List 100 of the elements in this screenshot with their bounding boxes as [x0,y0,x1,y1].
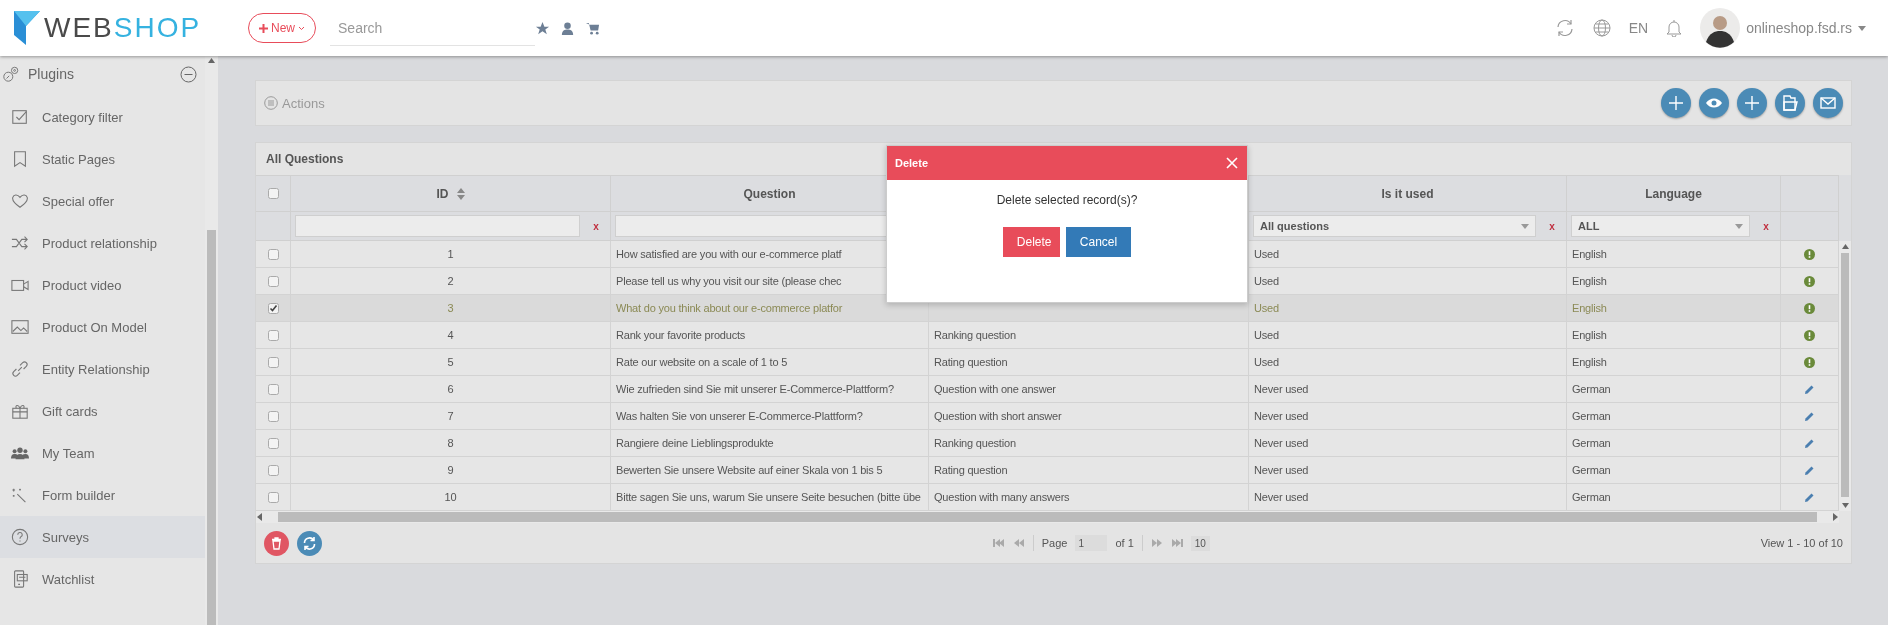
collapse-icon[interactable] [180,65,198,83]
table-cell: Rank your favorite products [616,329,746,341]
table-row[interactable]: 10 Bitte sagen Sie uns, warum Sie unsere Seite besuchen (bitte übe Question with many answers Never used German [256,484,1839,511]
pencil-icon[interactable] [1804,464,1815,476]
info-icon[interactable] [1804,302,1815,314]
search-field[interactable]: Search [330,10,535,46]
checkbox[interactable] [267,491,279,503]
table-row[interactable]: 8 Rangiere deine Lieblingsprodukte Ranking question Never used German [256,430,1839,457]
info-icon[interactable] [1804,248,1815,260]
sidebar-item[interactable]: My Team [0,432,206,474]
bell-icon[interactable] [1666,19,1683,37]
checkbox[interactable] [267,437,279,449]
folder-button[interactable] [1775,88,1805,118]
language-selector[interactable]: EN [1628,20,1649,36]
filter-dropdown[interactable]: ALL [1571,215,1750,237]
page-field[interactable]: 1 [1075,535,1108,551]
sidebar-item[interactable]: Gift cards [0,390,206,432]
table-cell: English [1572,275,1607,287]
first-page-icon[interactable] [992,538,1005,548]
eye-button[interactable] [1699,88,1729,118]
sidebar-item[interactable]: Form builder [0,474,206,516]
star-icon[interactable] [535,20,550,36]
column-header[interactable]: Is it used [1249,175,1567,211]
table-cell: Used [1254,275,1279,287]
pencil-icon[interactable] [1804,491,1815,503]
filter-dropdown[interactable]: All questions [1253,215,1536,237]
scroll-right-icon[interactable] [1831,513,1839,521]
scrollbar[interactable] [256,511,1839,523]
checkbox[interactable] [267,356,279,368]
sidebar-item[interactable]: Entity Relationship [0,348,206,390]
sidebar-item[interactable]: Product relationship [0,222,206,264]
previous-page-icon[interactable] [1012,538,1025,548]
sidebar-item[interactable]: Product video [0,264,206,306]
plus-button[interactable] [1737,88,1767,118]
table-cell: 10 [444,491,457,503]
sidebar-item[interactable]: Surveys [0,516,206,558]
scroll-left-icon[interactable] [256,513,264,521]
table-cell: Question with short answer [934,410,1062,422]
table-cell: 6 [447,383,454,395]
info-icon[interactable] [1804,329,1815,341]
page-size-select[interactable]: 10 [1190,535,1210,551]
table-row[interactable]: 9 Bewerten Sie unsere Website auf einer Skala von 1 bis 5 Rating question Never used German [256,457,1839,484]
scroll-up-icon[interactable] [1842,244,1849,249]
sidebar-item[interactable]: Category filter [0,96,206,138]
table-cell: Rating question [934,464,1008,476]
table-row[interactable]: 5 Rate our website on a scale of 1 to 5 Rating question Used English [256,349,1839,376]
table-cell: Ranking question [934,329,1016,341]
checkbox[interactable] [267,464,279,476]
clear-filter[interactable]: x [1756,220,1776,232]
caret-icon[interactable] [1858,25,1866,31]
close-icon[interactable] [1225,156,1239,170]
confirm-button[interactable]: Delete [1002,227,1060,257]
user-icon[interactable] [560,20,575,36]
pencil-icon[interactable] [1804,437,1815,449]
scrollbar[interactable] [205,56,218,625]
checkbox[interactable] [267,383,279,395]
column-header[interactable]: Language [1567,175,1781,211]
checkbox[interactable] [267,329,279,341]
cancel-button[interactable]: Cancel [1065,227,1132,257]
shuffle-icon [11,234,29,252]
filter-field[interactable] [295,215,580,237]
info-icon[interactable] [1804,275,1815,287]
delete-button[interactable] [264,530,289,556]
clear-filter[interactable]: x [1542,220,1562,232]
table-row[interactable]: 7 Was halten Sie von unserer E-Commerce-Plattform? Question with short answer Never used German [256,403,1839,430]
scroll-down-icon[interactable] [1842,503,1849,508]
plus-button[interactable] [1661,88,1691,118]
refresh-button[interactable] [297,530,322,556]
sidebar-item[interactable]: Static Pages [0,138,206,180]
scrollbar[interactable] [1839,241,1851,511]
next-page-icon[interactable] [1150,538,1163,548]
sidebar-item[interactable]: Product On Model [0,306,206,348]
checkbox[interactable] [267,188,279,199]
last-page-icon[interactable] [1170,538,1183,548]
checkbox[interactable] [267,302,279,314]
checkbox[interactable] [267,248,279,260]
table-row[interactable]: 4 Rank your favorite products Ranking question Used English [256,322,1839,349]
info-icon[interactable] [1804,356,1815,368]
checkbox[interactable] [267,410,279,422]
globe-icon[interactable] [1592,19,1611,37]
section-title[interactable]: Plugins [28,66,173,82]
clear-filter[interactable]: x [586,220,606,232]
pencil-icon[interactable] [1804,410,1815,422]
question-icon [11,528,29,546]
checkbox[interactable] [267,275,279,287]
table-row[interactable]: 6 Wie zufrieden sind Sie mit unserer E-Commerce-Plattform? Question with one answer Never used German [256,376,1839,403]
sidebar-item[interactable]: Watchlist [0,558,206,600]
table-cell: German [1572,464,1611,476]
sort-icon[interactable] [456,187,465,200]
cart-icon[interactable] [585,20,600,36]
sync-icon[interactable] [1554,18,1575,38]
new-button[interactable]: New [248,13,316,43]
pencil-icon[interactable] [1804,383,1815,395]
avatar-icon[interactable] [1700,8,1741,48]
user-name[interactable]: onlineshop.fsd.rs [1746,20,1852,36]
sidebar-item[interactable]: Special offer [0,180,206,222]
mail-button[interactable] [1813,88,1843,118]
column-header[interactable]: ID [291,175,611,211]
scroll-up-icon[interactable] [208,58,216,63]
table-row[interactable]: 3 What do you think about our e-commerce platfor Used English [256,295,1839,322]
